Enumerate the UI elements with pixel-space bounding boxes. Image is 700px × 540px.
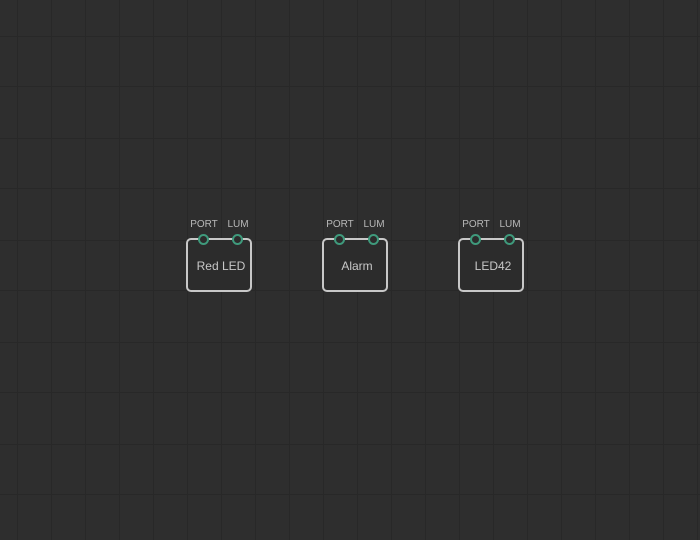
grid-line xyxy=(0,392,700,393)
pin-label-lum: LUM xyxy=(226,219,250,230)
grid-line xyxy=(0,188,700,189)
grid-line xyxy=(0,138,700,139)
node-red-led[interactable]: PORT LUM Red LED xyxy=(186,219,256,292)
node-label: LED42 xyxy=(474,259,512,273)
pin-label-lum: LUM xyxy=(498,219,522,230)
pin-port[interactable] xyxy=(198,234,209,245)
pin-label-port: PORT xyxy=(325,219,355,230)
pin-lum[interactable] xyxy=(368,234,379,245)
grid-line xyxy=(0,444,700,445)
pin-lum[interactable] xyxy=(504,234,515,245)
grid-line xyxy=(0,494,700,495)
node-label: Alarm xyxy=(341,259,373,273)
patch-canvas[interactable]: PORT LUM Red LED PORT LUM Alarm PORT LUM… xyxy=(0,0,700,540)
pin-port[interactable] xyxy=(470,234,481,245)
pin-label-lum: LUM xyxy=(362,219,386,230)
grid-line xyxy=(0,36,700,37)
node-led42[interactable]: PORT LUM LED42 xyxy=(458,219,528,292)
pin-lum[interactable] xyxy=(232,234,243,245)
pin-port[interactable] xyxy=(334,234,345,245)
pin-label-port: PORT xyxy=(189,219,219,230)
node-label: Red LED xyxy=(196,259,246,273)
node-alarm[interactable]: PORT LUM Alarm xyxy=(322,219,392,292)
pin-label-port: PORT xyxy=(461,219,491,230)
grid-line xyxy=(0,86,700,87)
grid-line xyxy=(0,342,700,343)
